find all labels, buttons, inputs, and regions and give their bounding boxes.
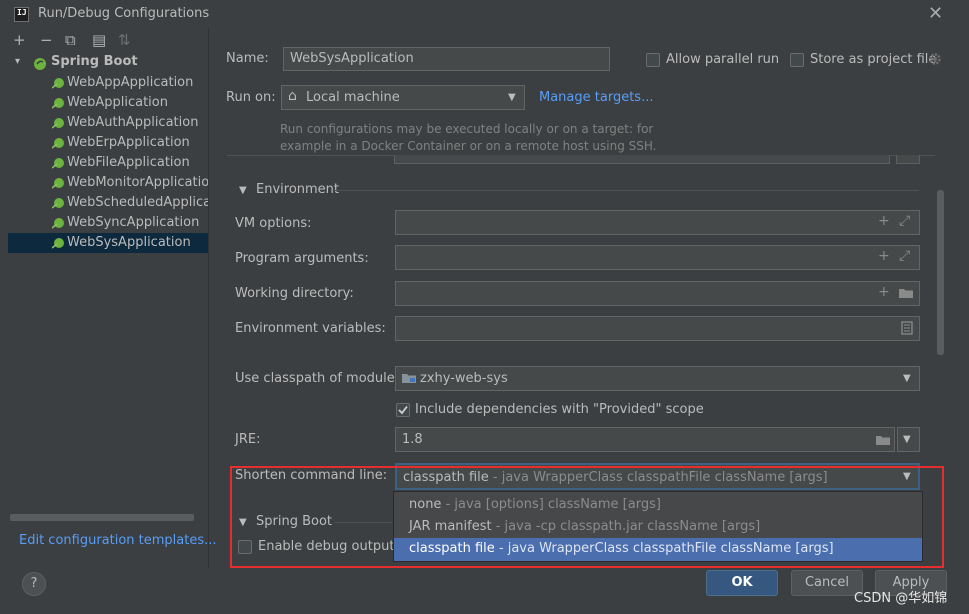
name-input[interactable]: WebSysApplication <box>283 47 610 71</box>
tree-item-websysapplication[interactable]: WebSysApplication <box>52 233 208 253</box>
tree-item-label: WebScheduledApplicatio <box>67 195 208 210</box>
working-directory-add-icon[interactable]: + <box>878 284 890 300</box>
spring-boot-leaf-icon <box>52 198 64 209</box>
gear-icon[interactable] <box>928 52 942 66</box>
run-on-hint-line2: example in a Docker Container or on a re… <box>280 139 657 153</box>
edit-variables-icon[interactable] <box>901 321 913 335</box>
jre-label: JRE: <box>235 432 261 447</box>
csdn-watermark: CSDN @华如锦 <box>854 591 948 606</box>
form-vertical-scrollbar[interactable] <box>937 190 944 355</box>
use-classpath-label: Use classpath of module: <box>235 371 400 386</box>
spring-boot-icon <box>34 58 46 70</box>
program-arguments-expand-icon[interactable]: ⤢ <box>899 248 910 264</box>
store-as-project-file-label: Store as project file <box>810 52 937 67</box>
tree-item-websyncapplication[interactable]: WebSyncApplication <box>52 213 208 233</box>
program-arguments-add-icon[interactable]: + <box>878 248 890 264</box>
vm-options-label: VM options: <box>235 216 312 231</box>
environment-variables-input[interactable] <box>395 316 920 341</box>
manage-targets-link[interactable]: Manage targets... <box>539 90 653 105</box>
highlight-annotation-box <box>230 466 944 568</box>
tree-item-webauthapplication[interactable]: WebAuthApplication <box>52 113 208 133</box>
tree-horizontal-scrollbar[interactable] <box>10 514 194 521</box>
intellij-app-icon: IJ <box>14 7 29 22</box>
tree-item-label: WebFileApplication <box>67 155 190 170</box>
store-as-project-file-checkbox[interactable] <box>790 53 804 67</box>
classpath-module-value: zxhy-web-sys <box>420 371 508 386</box>
working-directory-label: Working directory: <box>235 286 354 301</box>
allow-parallel-run-checkbox[interactable] <box>646 53 660 67</box>
add-configuration-icon[interactable]: + <box>13 31 26 49</box>
spring-boot-leaf-icon <box>52 158 64 169</box>
run-on-label: Run on: <box>226 90 276 105</box>
tree-item-label: WebErpApplication <box>67 135 190 150</box>
remove-configuration-icon[interactable]: − <box>40 31 53 49</box>
jre-folder-icon[interactable] <box>875 434 891 446</box>
ok-button[interactable]: OK <box>706 570 778 596</box>
jre-input[interactable]: 1.8 <box>395 427 895 452</box>
sort-configurations-icon[interactable]: ⇅ <box>118 31 131 49</box>
include-dependencies-label: Include dependencies with "Provided" sco… <box>415 402 704 417</box>
cancel-button[interactable]: Cancel <box>791 570 863 596</box>
window-title: Run/Debug Configurations <box>38 6 210 21</box>
tree-item-webmonitorapplication[interactable]: WebMonitorApplication <box>52 173 208 193</box>
panel-splitter[interactable] <box>208 28 209 568</box>
copy-configuration-icon[interactable]: ⧉ <box>65 31 76 49</box>
run-on-value: Local machine <box>306 90 400 105</box>
tree-expand-arrow-icon[interactable]: ▾ <box>15 56 20 67</box>
chevron-down-icon: ▼ <box>903 434 911 445</box>
spring-boot-leaf-icon <box>52 118 64 129</box>
tree-item-webscheduledapplication[interactable]: WebScheduledApplicatio <box>52 193 208 213</box>
tree-item-weberpapplication[interactable]: WebErpApplication <box>52 133 208 153</box>
run-on-hint-line1: Run configurations may be executed local… <box>280 122 654 136</box>
module-folder-icon <box>402 374 416 383</box>
chevron-down-icon: ▼ <box>903 373 911 384</box>
allow-parallel-run-label: Allow parallel run <box>666 52 780 67</box>
vm-options-add-icon[interactable]: + <box>878 213 890 229</box>
vm-options-expand-icon[interactable]: ⤢ <box>899 213 910 229</box>
chevron-down-icon: ▼ <box>508 92 516 103</box>
home-icon: ⌂ <box>288 88 297 104</box>
spring-boot-leaf-icon <box>52 138 64 149</box>
vm-options-input[interactable] <box>395 210 920 235</box>
run-on-dropdown[interactable]: Local machine <box>281 85 525 110</box>
environment-collapse-arrow-icon[interactable]: ▼ <box>239 185 247 196</box>
checkmark-icon <box>398 405 408 415</box>
clipped-field <box>394 155 890 164</box>
spring-boot-leaf-icon <box>52 78 64 89</box>
program-arguments-label: Program arguments: <box>235 251 369 266</box>
spring-boot-leaf-icon <box>52 238 64 249</box>
environment-variables-label: Environment variables: <box>235 321 386 336</box>
tree-item-webapplication[interactable]: WebApplication <box>52 93 208 113</box>
spring-boot-leaf-icon <box>52 98 64 109</box>
help-button[interactable]: ? <box>22 572 46 596</box>
environment-divider <box>334 190 919 191</box>
move-to-folder-icon[interactable]: ▤ <box>92 31 106 49</box>
tree-root-spring-boot[interactable]: Spring Boot <box>51 54 138 69</box>
tree-item-label: WebSyncApplication <box>67 215 200 230</box>
folder-icon[interactable] <box>898 287 914 299</box>
working-directory-input[interactable] <box>395 281 920 306</box>
close-icon[interactable]: ✕ <box>928 3 943 24</box>
environment-section-title[interactable]: Environment <box>256 182 339 197</box>
program-arguments-input[interactable] <box>395 245 920 270</box>
name-label: Name: <box>226 51 269 66</box>
tree-item-label: WebAuthApplication <box>67 115 199 130</box>
tree-item-label: WebMonitorApplication <box>67 175 208 190</box>
tree-item-label: WebAppApplication <box>67 75 194 90</box>
tree-item-label: WebSysApplication <box>67 235 191 250</box>
tree-item-webfileapplication[interactable]: WebFileApplication <box>52 153 208 173</box>
spring-boot-leaf-icon <box>52 178 64 189</box>
app-icon-text: IJ <box>17 8 27 17</box>
classpath-module-dropdown[interactable]: zxhy-web-sys <box>395 366 920 391</box>
edit-configuration-templates-link[interactable]: Edit configuration templates... <box>19 533 217 548</box>
tree-item-webappapplication[interactable]: WebAppApplication <box>52 73 208 93</box>
tree-item-label: WebApplication <box>67 95 168 110</box>
spring-boot-leaf-icon <box>52 218 64 229</box>
clipped-field-button <box>896 155 920 164</box>
